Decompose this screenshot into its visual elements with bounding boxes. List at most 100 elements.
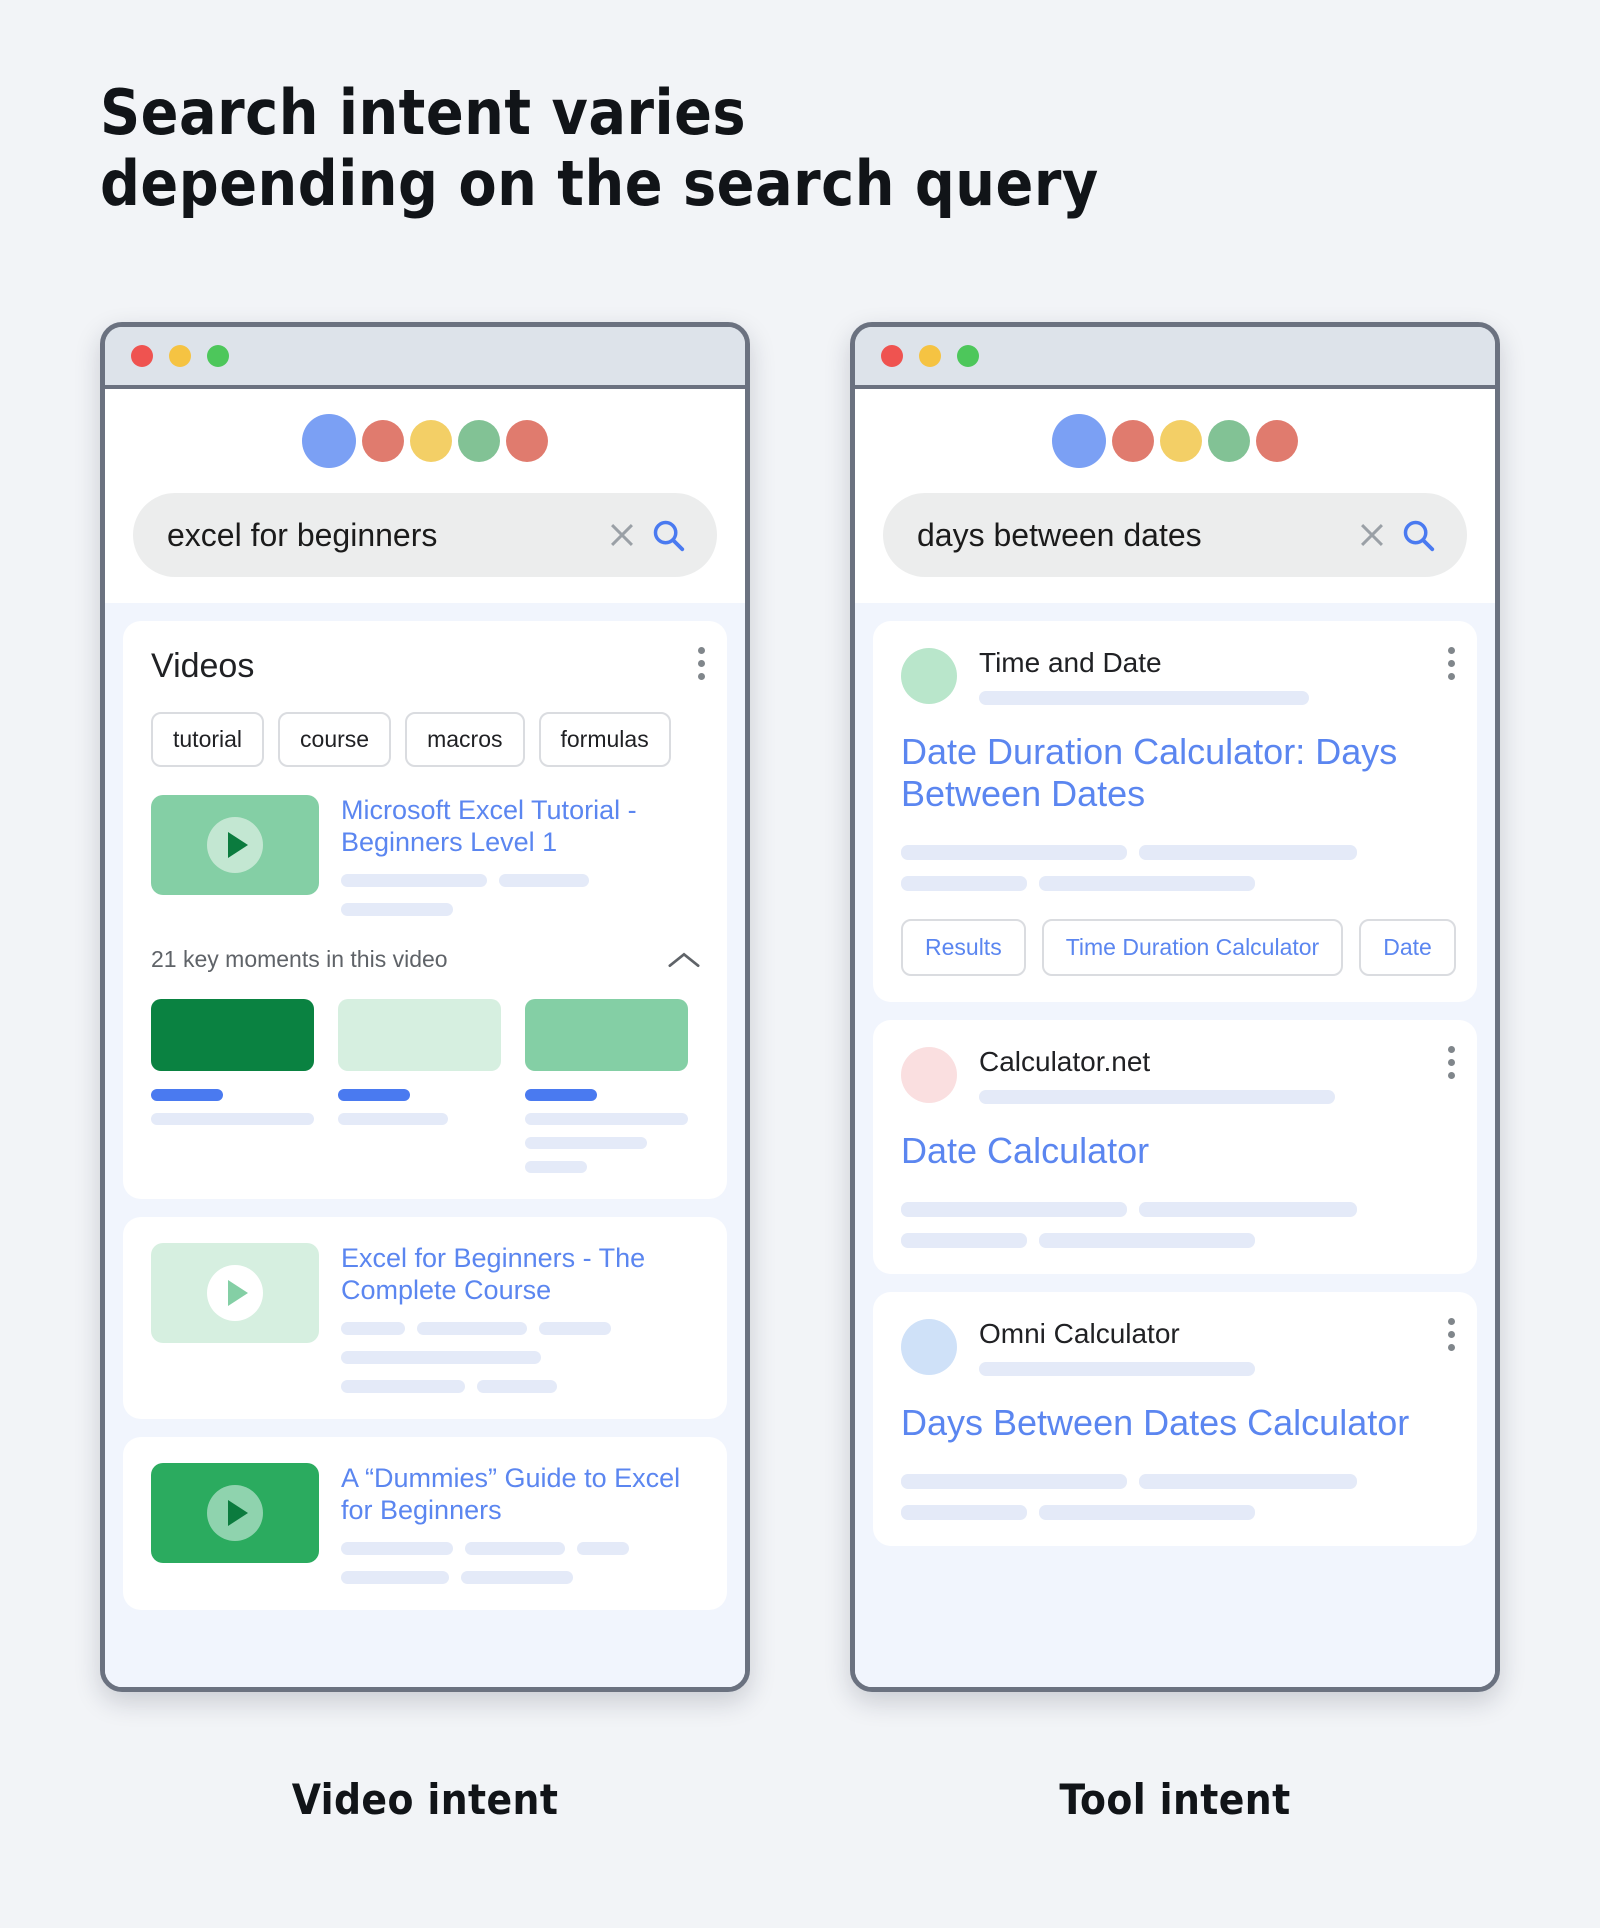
- logo-dot-5-icon: [1256, 420, 1298, 462]
- video-result-row[interactable]: A “Dummies” Guide to Excel for Beginners: [151, 1463, 701, 1585]
- video-title-link[interactable]: Microsoft Excel Tutorial - Beginners Lev…: [341, 795, 701, 858]
- search-screen-right: days between dates Time and Date Date Du…: [855, 389, 1495, 1687]
- video-result-primary[interactable]: Microsoft Excel Tutorial - Beginners Lev…: [151, 795, 701, 917]
- result-snippet-line-2: [901, 876, 1451, 892]
- maximize-window-button[interactable]: [207, 345, 229, 367]
- site-name: Time and Date: [979, 647, 1162, 678]
- key-moments-header[interactable]: 21 key moments in this video: [151, 946, 701, 973]
- chip-macros[interactable]: macros: [405, 712, 525, 767]
- favicon-icon: [901, 1047, 957, 1104]
- video-snippet-line-1: [341, 1322, 701, 1336]
- kebab-menu-icon[interactable]: [1447, 647, 1455, 680]
- video-result-card[interactable]: A “Dummies” Guide to Excel for Beginners: [123, 1437, 727, 1611]
- key-moment-item[interactable]: [338, 999, 501, 1173]
- result-title-link[interactable]: Date Duration Calculator: Days Between D…: [901, 731, 1451, 815]
- result-snippet-line-2: [901, 1233, 1451, 1249]
- sitelink-time-duration-calculator[interactable]: Time Duration Calculator: [1041, 919, 1344, 977]
- window-titlebar: [855, 327, 1495, 389]
- chip-course[interactable]: course: [278, 712, 392, 767]
- play-button-icon[interactable]: [207, 1485, 263, 1542]
- result-sitelinks: Results Time Duration Calculator Date: [901, 919, 1456, 977]
- video-snippet-line-2: [341, 1351, 701, 1365]
- key-moments-label: 21 key moments in this video: [151, 946, 448, 973]
- video-thumbnail[interactable]: [151, 795, 319, 895]
- result-snippet-line-1: [901, 845, 1451, 861]
- sitelink-results[interactable]: Results: [901, 919, 1026, 977]
- key-moments-strip[interactable]: [151, 999, 701, 1174]
- key-moment-item[interactable]: [151, 999, 314, 1173]
- sitelink-date[interactable]: Date: [1359, 919, 1456, 977]
- result-snippet-line-2: [901, 1505, 1451, 1521]
- logo-dot-3-icon: [1160, 420, 1202, 462]
- minimize-window-button[interactable]: [919, 345, 941, 367]
- page-title: Search intent varies depending on the se…: [100, 76, 1099, 220]
- site-name: Calculator.net: [979, 1046, 1151, 1078]
- videos-pack-card: Videos tutorial course macros formulas M…: [123, 621, 727, 1200]
- favicon-icon: [901, 1319, 957, 1376]
- video-thumbnail[interactable]: [151, 1463, 319, 1564]
- video-meta: Excel for Beginners - The Complete Cours…: [341, 1243, 701, 1394]
- logo-dot-5-icon: [506, 420, 548, 462]
- play-button-icon[interactable]: [207, 817, 263, 873]
- logo-dot-1-icon: [302, 414, 356, 468]
- search-bar-left[interactable]: excel for beginners: [133, 493, 717, 577]
- key-moment-item[interactable]: [525, 999, 688, 1174]
- search-results-left[interactable]: Videos tutorial course macros formulas M…: [105, 603, 745, 1687]
- close-window-button[interactable]: [881, 345, 903, 367]
- video-title-link[interactable]: A “Dummies” Guide to Excel for Beginners: [341, 1463, 701, 1526]
- search-icon[interactable]: [1399, 516, 1437, 554]
- site-url-placeholder: [979, 691, 1309, 705]
- video-snippet-line-1: [341, 1542, 701, 1556]
- chevron-up-icon[interactable]: [667, 949, 701, 971]
- site-url-placeholder: [979, 1090, 1335, 1105]
- video-snippet-line-3: [341, 1380, 701, 1394]
- video-title-link[interactable]: Excel for Beginners - The Complete Cours…: [341, 1243, 701, 1306]
- search-icon[interactable]: [649, 516, 687, 554]
- browser-window-video-intent: excel for beginners Videos tutorial cour…: [100, 322, 750, 1692]
- videos-heading: Videos: [151, 647, 255, 685]
- video-result-row[interactable]: Excel for Beginners - The Complete Cours…: [151, 1243, 701, 1394]
- video-snippet-line-2: [341, 1571, 701, 1585]
- close-window-button[interactable]: [131, 345, 153, 367]
- result-title-link[interactable]: Days Between Dates Calculator: [901, 1402, 1451, 1444]
- search-header-right: days between dates: [855, 389, 1495, 603]
- organic-result-card[interactable]: Omni Calculator Days Between Dates Calcu…: [873, 1292, 1477, 1547]
- result-site-row: Calculator.net: [901, 1046, 1451, 1105]
- close-icon[interactable]: [1355, 518, 1389, 552]
- play-button-icon[interactable]: [207, 1265, 263, 1322]
- kebab-menu-icon[interactable]: [1447, 1318, 1455, 1352]
- video-snippet-line-2: [341, 903, 701, 917]
- kebab-menu-icon[interactable]: [1447, 1046, 1455, 1080]
- logo-dot-2-icon: [1112, 420, 1154, 462]
- window-titlebar: [105, 327, 745, 389]
- site-name: Omni Calculator: [979, 1318, 1180, 1350]
- minimize-window-button[interactable]: [169, 345, 191, 367]
- result-title-link[interactable]: Date Calculator: [901, 1130, 1451, 1172]
- video-result-card[interactable]: Excel for Beginners - The Complete Cours…: [123, 1217, 727, 1420]
- chip-tutorial[interactable]: tutorial: [151, 712, 265, 767]
- search-results-right[interactable]: Time and Date Date Duration Calculator: …: [855, 603, 1495, 1687]
- search-header-left: excel for beginners: [105, 389, 745, 603]
- search-bar-right[interactable]: days between dates: [883, 493, 1467, 577]
- video-meta: Microsoft Excel Tutorial - Beginners Lev…: [341, 795, 701, 917]
- video-meta: A “Dummies” Guide to Excel for Beginners: [341, 1463, 701, 1585]
- search-input-right[interactable]: days between dates: [917, 517, 1345, 554]
- logo-dot-4-icon: [458, 420, 500, 462]
- video-snippet-line-1: [341, 874, 701, 888]
- video-thumbnail[interactable]: [151, 1243, 319, 1344]
- favicon-icon: [901, 648, 957, 704]
- search-logo: [105, 411, 745, 471]
- search-input-left[interactable]: excel for beginners: [167, 517, 595, 554]
- caption-video-intent: Video intent: [291, 1775, 559, 1824]
- result-site-row: Omni Calculator: [901, 1318, 1451, 1377]
- result-snippet-line-1: [901, 1474, 1451, 1490]
- organic-result-card[interactable]: Calculator.net Date Calculator: [873, 1020, 1477, 1275]
- video-filter-chips: tutorial course macros formulas: [151, 712, 701, 767]
- chip-formulas[interactable]: formulas: [538, 712, 671, 767]
- logo-dot-4-icon: [1208, 420, 1250, 462]
- kebab-menu-icon[interactable]: [697, 647, 705, 680]
- close-icon[interactable]: [605, 518, 639, 552]
- organic-result-card[interactable]: Time and Date Date Duration Calculator: …: [873, 621, 1477, 1003]
- site-url-placeholder: [979, 1362, 1255, 1377]
- maximize-window-button[interactable]: [957, 345, 979, 367]
